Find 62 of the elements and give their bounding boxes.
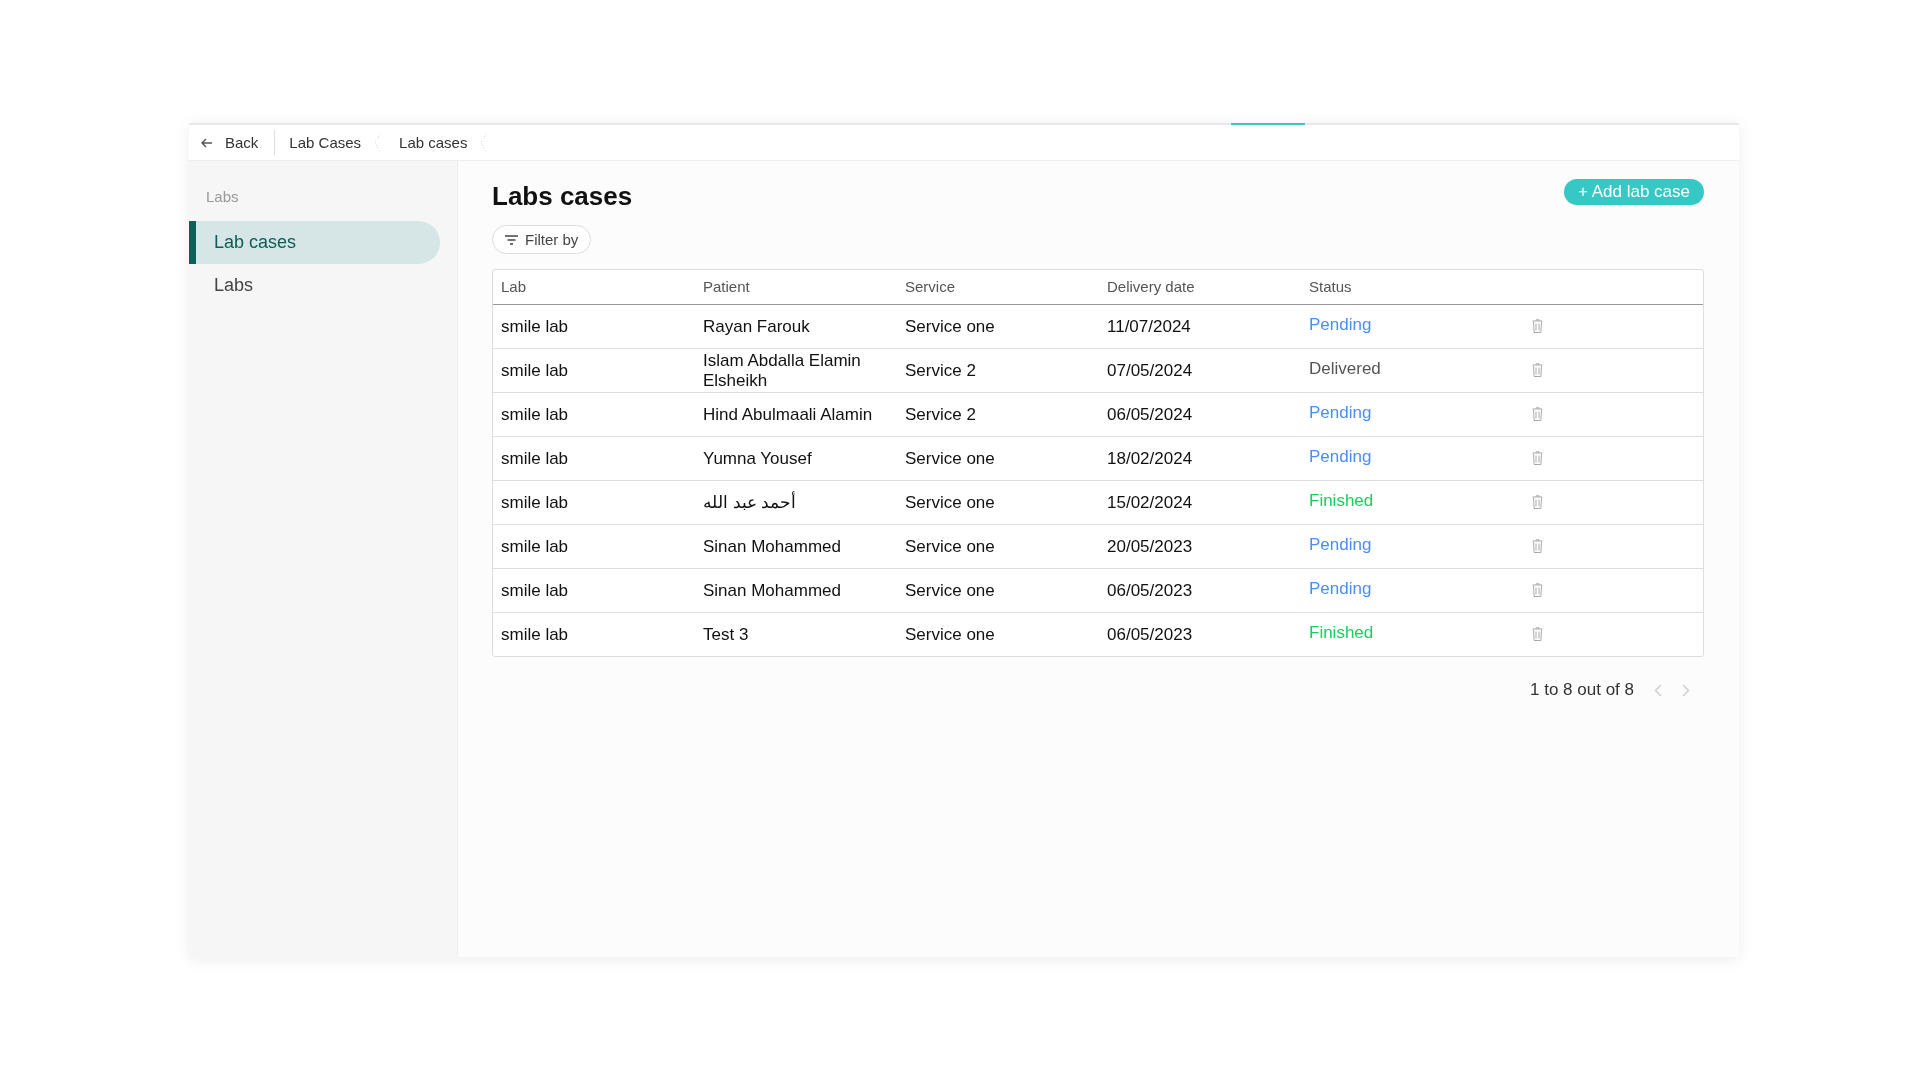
table-cell-text: smile lab [500, 359, 570, 382]
table-cell-text: Service 2 [904, 403, 977, 426]
filter-button[interactable]: Filter by [492, 225, 592, 254]
pagination-summary: 1 to 8 out of 8 [1530, 680, 1634, 700]
table-cell-text: smile lab [500, 403, 570, 426]
delete-icon[interactable] [1532, 363, 1543, 377]
delete-icon[interactable] [1532, 495, 1543, 509]
status-label: Delivered [1309, 359, 1381, 379]
page-title: Labs cases [492, 181, 633, 212]
table-cell-text: Service one [904, 623, 996, 646]
table-cell-text: Test 3 [702, 623, 750, 646]
delete-icon[interactable] [1532, 407, 1543, 421]
status-label: Pending [1309, 535, 1372, 555]
table-cell-text: Service one [904, 579, 996, 602]
status-label: Finished [1309, 623, 1374, 643]
table-cell-text: smile lab [500, 579, 570, 602]
table-cell-text: 06/05/2023 [1106, 623, 1194, 646]
table-cell-text: Sinan Mohammed [702, 579, 842, 602]
delete-icon[interactable] [1532, 319, 1543, 333]
table-cell-text: Service one [904, 535, 996, 558]
status-label: Pending [1309, 579, 1372, 599]
table-cell-text: Hind Abulmaali Alamin [702, 403, 874, 426]
status-label: Finished [1309, 491, 1374, 511]
status-label: Pending [1309, 315, 1372, 335]
delete-icon[interactable] [1532, 627, 1543, 641]
table-cell-text: 07/05/2024 [1106, 359, 1194, 382]
table-cell-text: 20/05/2023 [1106, 535, 1194, 558]
table-cell-text: 06/05/2024 [1106, 403, 1194, 426]
table-cell-text: 06/05/2023 [1106, 579, 1194, 602]
column-header: Lab [500, 277, 528, 298]
table-cell-text: Sinan Mohammed [702, 535, 842, 558]
table-cell-text: 15/02/2024 [1106, 491, 1194, 514]
table-cell-text: 11/07/2024 [1106, 315, 1192, 338]
column-header: Patient [702, 277, 751, 298]
table-cell-text: Islam Abdalla Elamin Elsheikh [702, 349, 862, 392]
back-link[interactable]: Back [189, 130, 276, 155]
sidebar-heading: Labs [205, 188, 240, 205]
delete-icon[interactable] [1532, 539, 1543, 553]
table-cell-text: Service 2 [904, 359, 977, 382]
arrow-left-icon [201, 137, 213, 148]
status-label: Pending [1309, 403, 1372, 423]
table-cell-text: Service one [904, 491, 996, 514]
table-cell-text: smile lab [500, 535, 570, 558]
table-cell-text: smile lab [500, 623, 570, 646]
table-cell-text: Yumna Yousef [702, 447, 813, 470]
filter-icon [505, 234, 518, 245]
status-label: Pending [1309, 447, 1372, 467]
column-header: Status [1308, 277, 1353, 298]
sidebar-item[interactable]: Labs [189, 264, 440, 307]
column-header: Service [904, 277, 957, 298]
sidebar-item[interactable]: Lab cases [189, 221, 440, 264]
column-header: Delivery date [1106, 277, 1196, 298]
table-cell-text: smile lab [500, 447, 570, 470]
table-cell-text: 18/02/2024 [1106, 447, 1194, 470]
table-cell-text: Rayan Farouk [702, 315, 811, 338]
delete-icon[interactable] [1532, 451, 1543, 465]
table-cell-text: smile lab [500, 491, 570, 514]
table-cell-text: Service one [904, 315, 996, 338]
table-cell-text: أحمد عبد الله [702, 490, 798, 514]
table-cell-text: Service one [904, 447, 996, 470]
delete-icon[interactable] [1532, 583, 1543, 597]
table-cell-text: smile lab [500, 315, 570, 338]
